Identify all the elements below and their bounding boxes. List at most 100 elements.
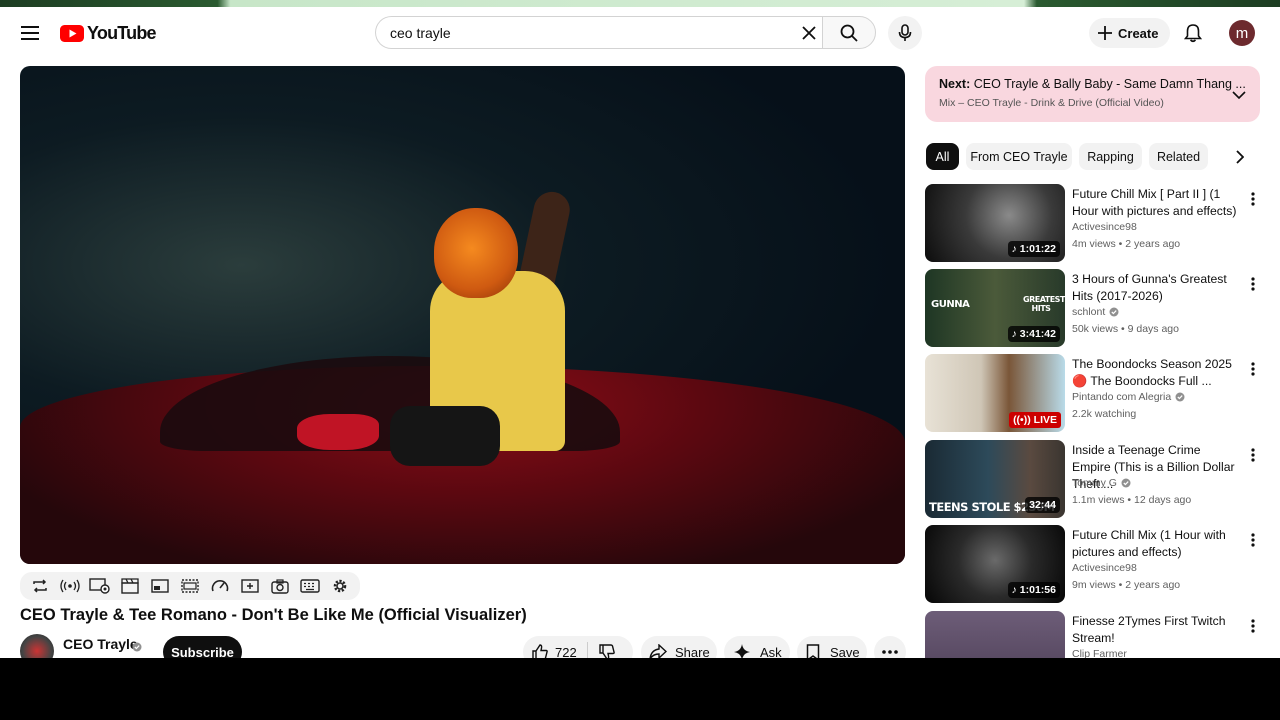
youtube-watch-page: YouTube ceo trayle Create m CEO Trayle &… <box>0 0 1280 658</box>
recommendation-channel[interactable]: Clip Farmer <box>1072 648 1127 658</box>
video-frame-mirror <box>297 414 379 450</box>
save-label: Save <box>830 644 860 659</box>
recommendation-meta: 9m views • 2 years ago <box>1072 579 1181 591</box>
share-button[interactable]: Share <box>641 636 717 658</box>
save-button[interactable]: Save <box>797 636 867 658</box>
theater-mode-icon[interactable] <box>178 574 202 598</box>
next-prefix: Next: <box>939 77 971 91</box>
clear-search-icon[interactable] <box>795 19 823 47</box>
ask-button[interactable]: Ask <box>724 636 790 658</box>
kebab-menu-icon[interactable] <box>1245 444 1261 466</box>
notifications-bell-icon[interactable] <box>1178 17 1208 49</box>
recommendation-title[interactable]: Finesse 2Tymes First Twitch Stream! <box>1072 613 1242 647</box>
recommendation-item[interactable]: TEENS STOLE $230M 32:44 Inside a Teenage… <box>925 440 1260 520</box>
chevron-down-icon[interactable] <box>1232 86 1246 104</box>
chevron-right-icon[interactable] <box>1228 143 1252 170</box>
like-dislike-group: 722 <box>523 636 633 658</box>
kebab-menu-icon[interactable] <box>1245 188 1261 210</box>
thumbnail-text-left: GUNNA <box>931 299 970 310</box>
recommendation-title[interactable]: 3 Hours of Gunna's Greatest Hits (2017-2… <box>1072 271 1242 305</box>
broadcast-icon[interactable] <box>58 574 82 598</box>
account-avatar[interactable]: m <box>1229 20 1255 46</box>
search-button[interactable] <box>822 16 876 49</box>
youtube-logo[interactable]: YouTube <box>60 22 157 43</box>
logo-text: YouTube <box>87 22 157 43</box>
screen-letterbox <box>0 658 1280 720</box>
keyboard-icon[interactable] <box>298 574 322 598</box>
duration-badge: ♪ 1:01:22 <box>1007 241 1060 257</box>
like-count[interactable]: 722 <box>555 645 577 659</box>
recommendation-channel[interactable]: Pintando com Alegria <box>1072 391 1185 403</box>
miniplayer-icon[interactable] <box>148 574 172 598</box>
recommendation-meta: 4m views • 2 years ago <box>1072 238 1181 250</box>
screenshot-camera-icon[interactable] <box>268 574 292 598</box>
youtube-logo-icon <box>60 24 84 42</box>
verified-badge-icon <box>1175 392 1185 402</box>
screen-view-icon[interactable] <box>88 574 112 598</box>
kebab-menu-icon[interactable] <box>1245 615 1261 637</box>
video-title: CEO Trayle & Tee Romano - Don't Be Like … <box>20 606 527 624</box>
add-frame-icon[interactable] <box>238 574 262 598</box>
video-player[interactable] <box>20 66 905 564</box>
recommendation-item[interactable]: ♪ 1:01:56 Future Chill Mix (1 Hour with p… <box>925 525 1260 605</box>
settings-gear-icon[interactable] <box>328 574 352 598</box>
verified-badge-icon <box>1109 307 1119 317</box>
verified-badge-icon <box>132 639 142 657</box>
share-icon <box>649 644 667 658</box>
video-thumbnail[interactable]: GUNNA GREATEST HITS ♪ 3:41:42 <box>925 269 1065 347</box>
more-actions-icon[interactable] <box>874 636 906 658</box>
kebab-menu-icon[interactable] <box>1245 358 1261 380</box>
loop-icon[interactable] <box>28 574 52 598</box>
chip-from-ceo-trayle[interactable]: From CEO Trayle <box>966 143 1072 170</box>
chip-all[interactable]: All <box>926 143 959 170</box>
thumbs-down-icon[interactable] <box>598 643 616 658</box>
speed-gauge-icon[interactable] <box>208 574 232 598</box>
music-note-icon: ♪ <box>1011 328 1017 340</box>
sparkle-icon <box>734 644 750 658</box>
create-label: Create <box>1118 25 1159 41</box>
video-thumbnail[interactable]: ((•)) LIVE <box>925 354 1065 432</box>
recommendation-channel[interactable]: Activesince98 <box>1072 562 1137 574</box>
chip-rapping[interactable]: Rapping <box>1079 143 1142 170</box>
search-input[interactable]: ceo trayle <box>375 16 823 49</box>
recommendation-item[interactable]: ((•)) LIVE The Boondocks Season 2025 🔴 T… <box>925 354 1260 434</box>
video-thumbnail[interactable]: ♪ 1:01:56 <box>925 525 1065 603</box>
video-thumbnail[interactable]: ♪ 1:01:22 <box>925 184 1065 262</box>
recommendation-title[interactable]: Future Chill Mix [ Part II ] (1 Hour wit… <box>1072 186 1242 220</box>
ask-label: Ask <box>760 644 782 659</box>
duration-badge: ♪ 3:41:42 <box>1007 326 1060 342</box>
recommendation-channel[interactable]: schlont <box>1072 306 1119 318</box>
recommendation-channel[interactable]: Tommy G <box>1072 477 1131 489</box>
chip-related[interactable]: Related <box>1149 143 1208 170</box>
video-frame-pumpkin <box>434 208 518 298</box>
live-badge: ((•)) LIVE <box>1009 412 1061 428</box>
hamburger-menu-icon[interactable] <box>14 17 46 49</box>
recommendation-item[interactable]: ♪ 1:01:22 Future Chill Mix [ Part II ] (1… <box>925 184 1260 264</box>
channel-name[interactable]: CEO Trayle <box>63 636 138 652</box>
recommendation-title[interactable]: The Boondocks Season 2025 🔴 The Boondock… <box>1072 356 1242 390</box>
next-title: CEO Trayle & Bally Baby - Same Damn Than… <box>973 77 1246 91</box>
browser-top-strip <box>0 0 1280 7</box>
video-thumbnail[interactable]: TEENS STOLE $230M 32:44 <box>925 440 1065 518</box>
subscribe-button[interactable]: Subscribe <box>163 636 242 658</box>
recommendation-title[interactable]: Future Chill Mix (1 Hour with pictures a… <box>1072 527 1242 561</box>
like-divider <box>586 642 588 658</box>
recommendation-item[interactable]: GUNNA GREATEST HITS ♪ 3:41:42 3 Hours of … <box>925 269 1260 349</box>
next-subtitle: Mix – CEO Trayle - Drink & Drive (Offici… <box>939 97 1164 109</box>
recommendation-channel[interactable]: Activesince98 <box>1072 221 1137 233</box>
video-thumbnail[interactable] <box>925 611 1065 658</box>
recommendation-item[interactable]: Finesse 2Tymes First Twitch Stream! Clip… <box>925 611 1260 658</box>
channel-avatar[interactable] <box>20 634 54 658</box>
search-icon <box>840 24 858 42</box>
clapperboard-icon[interactable] <box>118 574 142 598</box>
next-up-panel[interactable]: Next: CEO Trayle & Bally Baby - Same Dam… <box>925 66 1260 122</box>
music-note-icon: ♪ <box>1011 243 1017 255</box>
thumbs-up-icon[interactable] <box>531 643 549 658</box>
voice-search-button[interactable] <box>888 16 922 50</box>
create-button[interactable]: Create <box>1089 18 1170 48</box>
recommendation-meta: 2.2k watching <box>1072 408 1137 420</box>
video-frame-pants <box>390 406 500 466</box>
kebab-menu-icon[interactable] <box>1245 529 1261 551</box>
verified-badge-icon <box>1121 478 1131 488</box>
kebab-menu-icon[interactable] <box>1245 273 1261 295</box>
